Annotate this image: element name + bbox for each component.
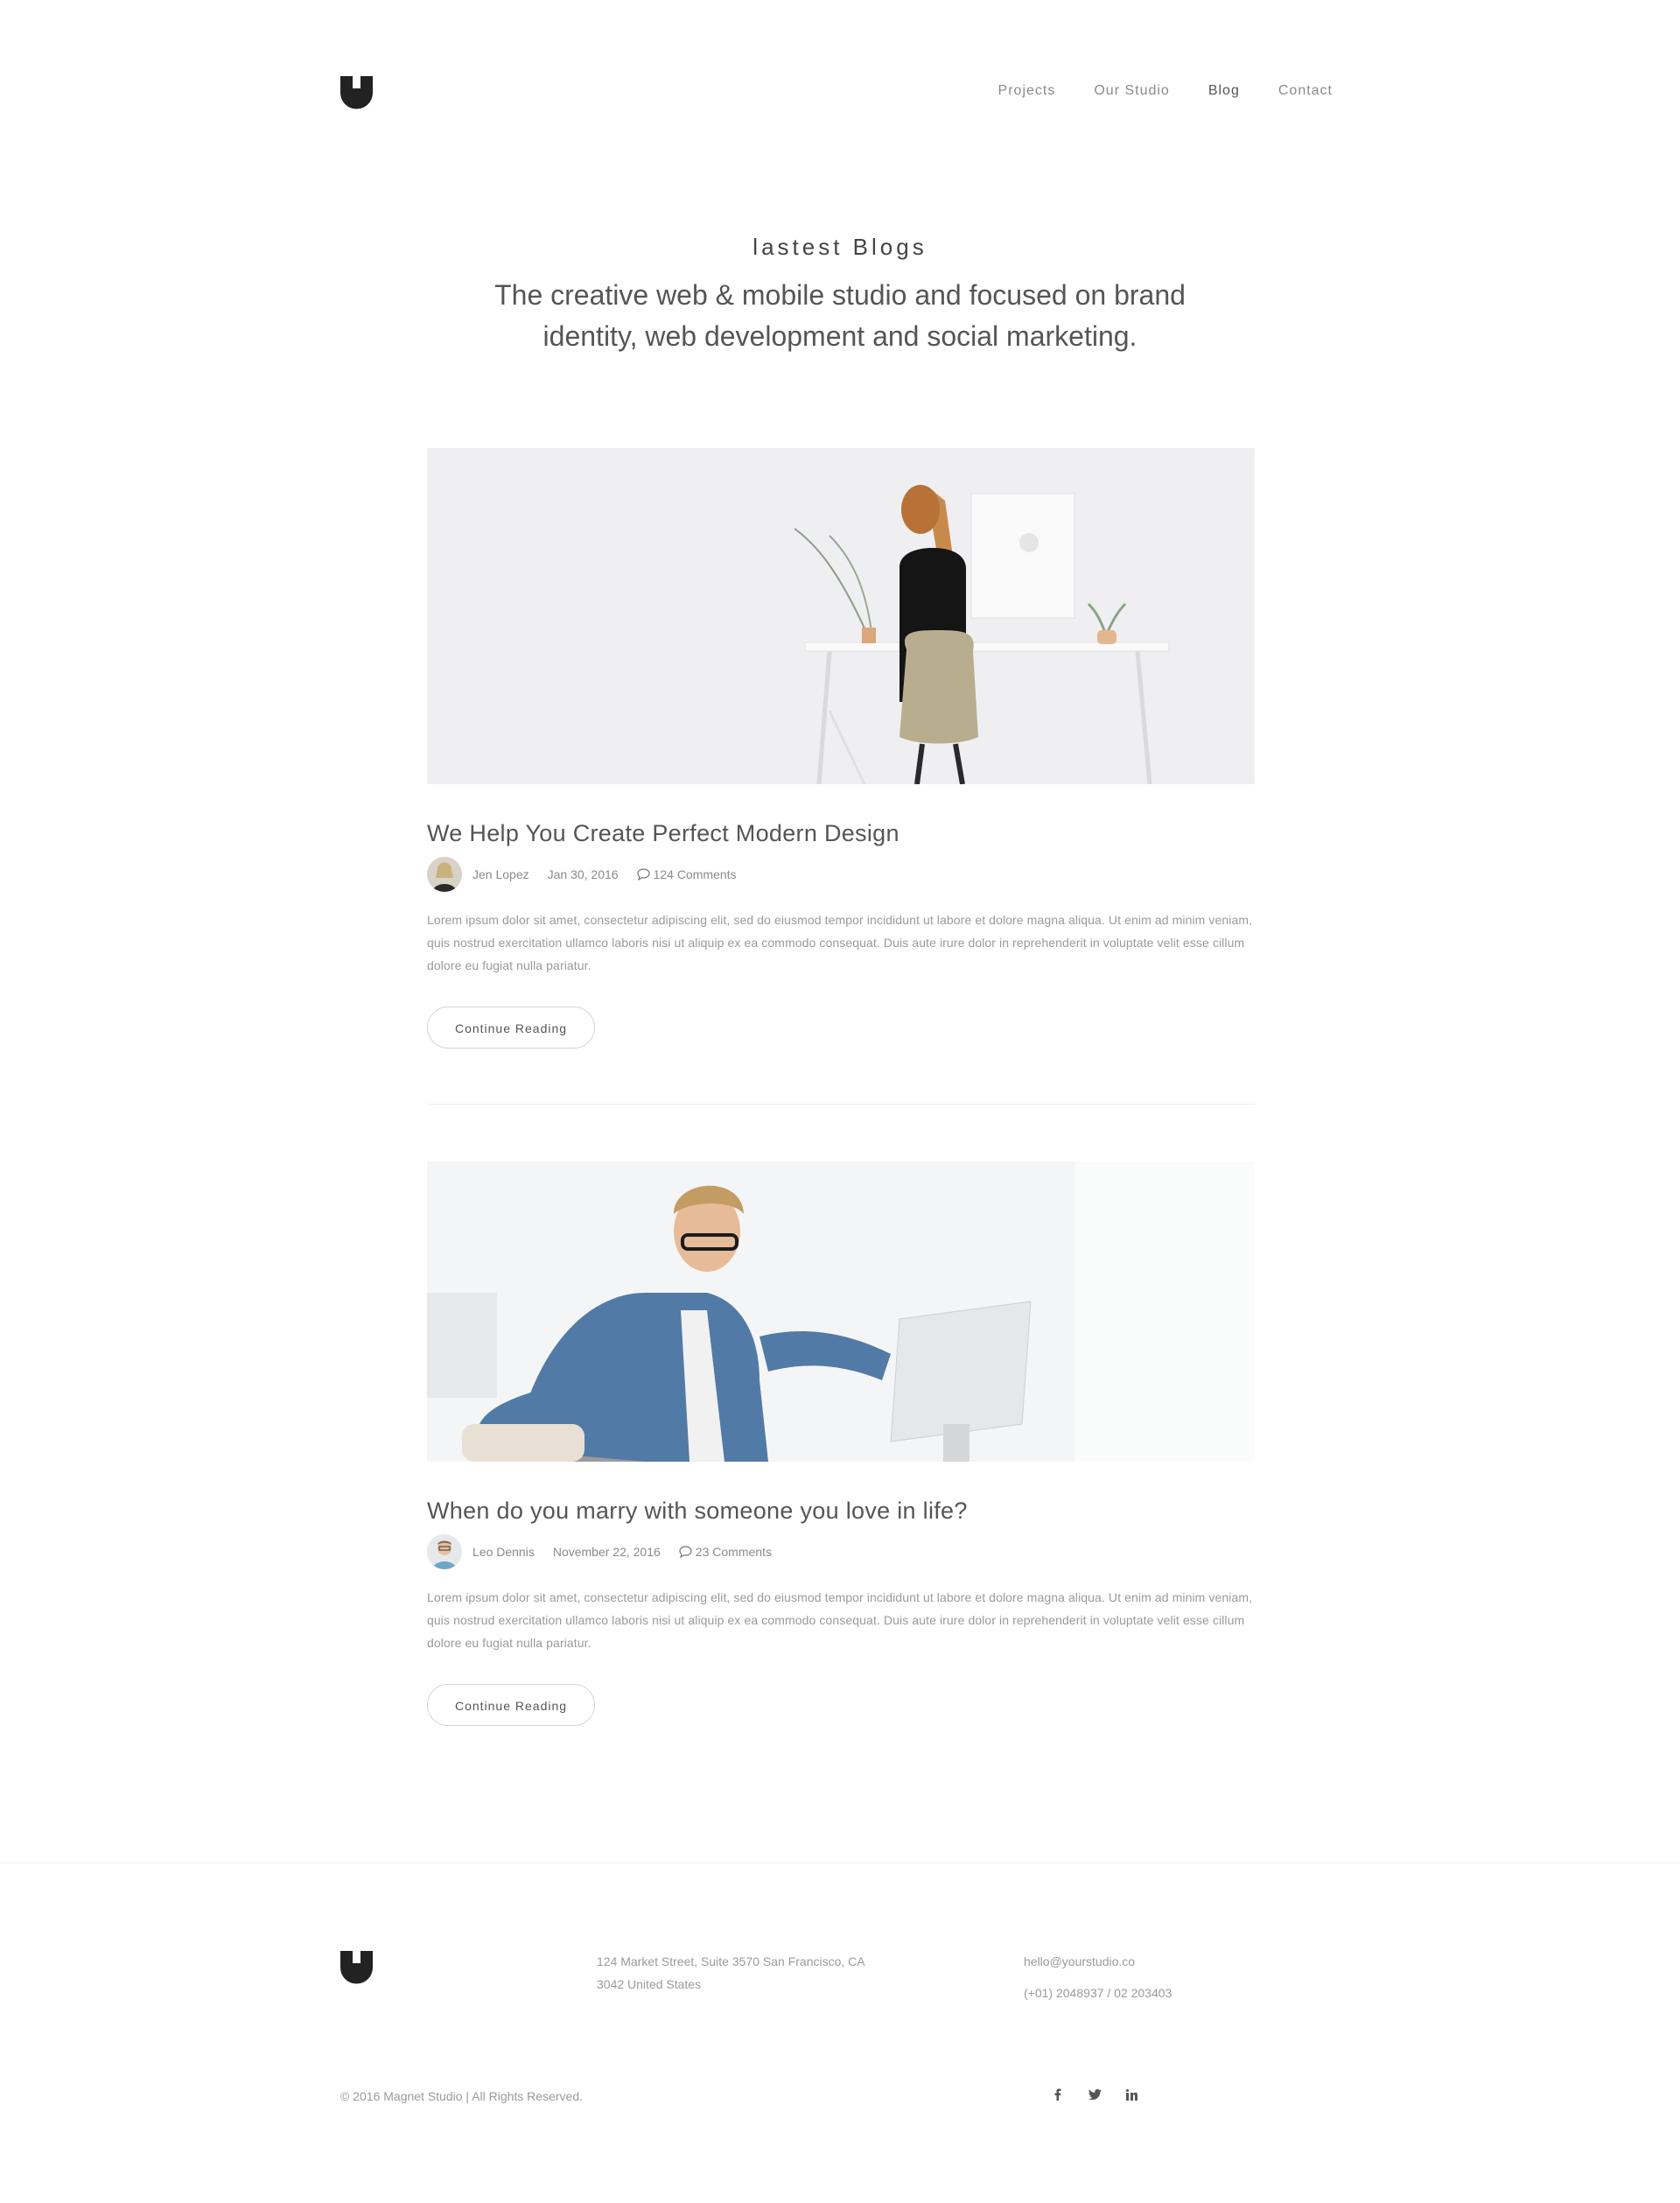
address-line-2: 3042 United States — [597, 1977, 702, 1991]
footer-address: 124 Market Street, Suite 3570 San Franci… — [597, 1950, 865, 1996]
social-links — [1050, 2087, 1139, 2102]
author-avatar — [427, 1534, 462, 1569]
footer-email[interactable]: hello@yourstudio.co — [1024, 1950, 1172, 1973]
address-line-1: 124 Market Street, Suite 3570 San Franci… — [597, 1954, 865, 1968]
post-author[interactable]: Jen Lopez — [472, 867, 529, 881]
author-avatar — [427, 857, 462, 892]
post-excerpt: Lorem ipsum dolor sit amet, consectetur … — [427, 913, 1253, 972]
post-meta: Leo Dennis November 22, 2016 23 Comments — [427, 1533, 1255, 1570]
post-comments-count[interactable]: 23 Comments — [696, 1545, 772, 1559]
nav-blog[interactable]: Blog — [1208, 81, 1240, 102]
main-nav: Projects Our Studio Blog Contact — [998, 81, 1333, 102]
nav-projects[interactable]: Projects — [998, 81, 1056, 102]
continue-reading-button[interactable]: Continue Reading — [427, 1684, 595, 1726]
footer-contact: hello@yourstudio.co (+01) 2048937 / 02 2… — [1024, 1950, 1172, 2013]
post-author[interactable]: Leo Dennis — [472, 1545, 535, 1559]
hero-section: lastest Blogs The creative web & mobile … — [0, 229, 1680, 357]
post-image[interactable] — [427, 448, 1255, 784]
comment-icon — [679, 1546, 692, 1558]
blog-post: We Help You Create Perfect Modern Design… — [427, 448, 1255, 1049]
footer-copyright: © 2016 Magnet Studio | All Rights Reserv… — [340, 2089, 583, 2103]
comment-icon — [636, 868, 650, 880]
linkedin-icon[interactable] — [1124, 2087, 1139, 2102]
hero-subtitle: The creative web & mobile studio and foc… — [494, 279, 1186, 352]
footer-logo[interactable] — [340, 1951, 373, 1984]
post-divider — [427, 1104, 1255, 1105]
hero-kicker: lastest Blogs — [752, 234, 928, 260]
blog-post: When do you marry with someone you love … — [427, 1161, 1255, 1726]
post-title[interactable]: When do you marry with someone you love … — [427, 1495, 1255, 1526]
twitter-icon[interactable] — [1087, 2087, 1102, 2102]
post-date: November 22, 2016 — [552, 1545, 661, 1559]
continue-reading-button[interactable]: Continue Reading — [427, 1007, 595, 1049]
brand-logo[interactable] — [340, 76, 373, 109]
nav-contact[interactable]: Contact — [1278, 81, 1333, 102]
post-meta: Jen Lopez Jan 30, 2016 124 Comments — [427, 856, 1255, 893]
footer-phone[interactable]: (+01) 2048937 / 02 203403 — [1024, 1982, 1172, 2004]
post-excerpt: Lorem ipsum dolor sit amet, consectetur … — [427, 1590, 1253, 1650]
nav-our-studio[interactable]: Our Studio — [1094, 81, 1169, 102]
post-image[interactable] — [427, 1161, 1255, 1462]
post-comments-count[interactable]: 124 Comments — [654, 867, 737, 881]
post-date: Jan 30, 2016 — [547, 867, 619, 881]
post-title[interactable]: We Help You Create Perfect Modern Design — [427, 817, 1255, 849]
facebook-icon[interactable] — [1050, 2087, 1066, 2102]
